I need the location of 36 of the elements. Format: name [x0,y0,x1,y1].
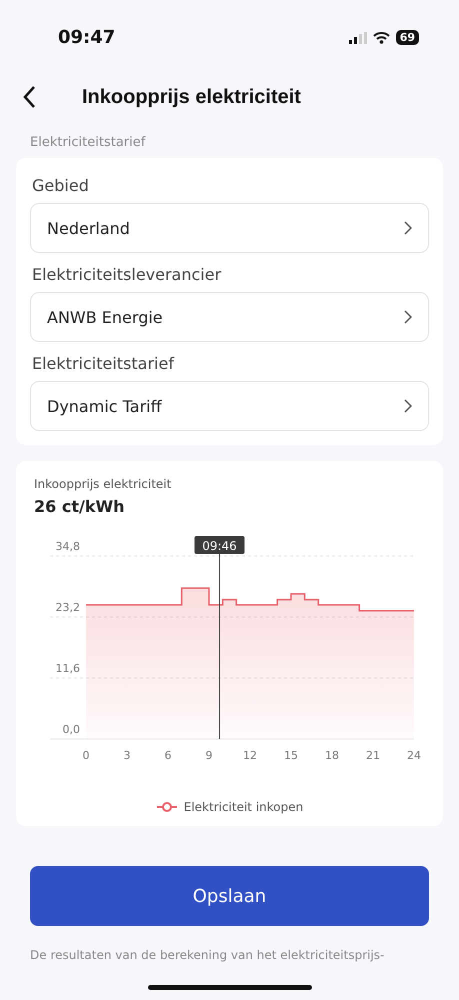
section-label: Elektriciteitstarief [29,134,147,152]
axis-tick-label: 3 [124,749,130,762]
back-icon[interactable] [22,85,36,109]
axis-tick-label: 34,8 [56,540,80,553]
axis-tick-label: 15 [284,749,298,762]
field-label: Elektriciteitstarief [31,353,176,375]
save-button[interactable]: Opslaan [30,866,429,926]
axis-tick-label: 11,6 [56,662,80,675]
axis-tick-label: 0,0 [62,723,80,736]
axis-tick-label: 0 [82,749,90,762]
legend-line-icon [156,801,178,813]
chevron-icon [404,221,412,235]
signal-icon [348,32,367,44]
current-price: 26 ct/kWh [33,497,126,516]
page-title: Inkoopprijs elektriciteit [82,86,301,108]
axis-tick-label: 24 [407,749,421,762]
axis-tick-label: 23,2 [56,601,80,614]
disclaimer-text: De resultaten van de berekening van het elektriciteitsprijs- [30,947,386,964]
status-time: 09:47 [58,27,116,48]
axis-tick-label: 12 [243,749,257,762]
axis-tick-label: 9 [206,749,212,762]
axis-tick-label: 6 [164,749,172,762]
chevron-icon [404,399,412,413]
field-label: Elektriciteitsleverancier [31,264,222,286]
field-label: Gebied [31,175,90,197]
battery-level: 69 [396,30,419,45]
legend-label: Elektriciteit inkopen [184,800,304,814]
chevron-icon [404,310,412,324]
select-field[interactable]: Nederland [30,203,429,253]
wifi-icon [372,32,390,44]
time-cursor: 09:46 [194,536,245,740]
axis-tick-label: 18 [325,749,339,762]
chart-title: Inkoopprijs elektriciteit [33,477,172,491]
select-field[interactable]: Dynamic Tariff [30,381,429,431]
select-field[interactable]: ANWB Energie [30,292,429,342]
axis-tick-label: 21 [366,749,380,762]
